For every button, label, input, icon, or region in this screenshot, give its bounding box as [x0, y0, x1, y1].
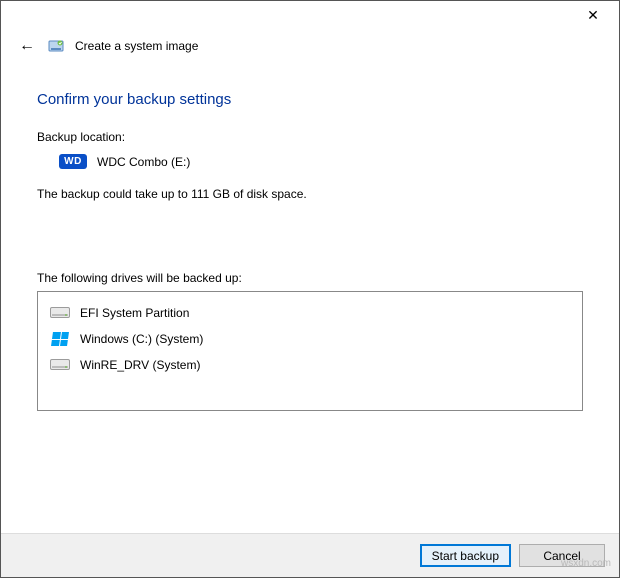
drive-label: WinRE_DRV (System): [80, 358, 200, 372]
cancel-button[interactable]: Cancel: [519, 544, 605, 567]
drive-label: Windows (C:) (System): [80, 332, 203, 346]
drive-label: EFI System Partition: [80, 306, 189, 320]
content-area: Confirm your backup settings Backup loca…: [1, 55, 619, 411]
footer-bar: Start backup Cancel: [1, 533, 619, 577]
backup-location-row: WD WDC Combo (E:): [37, 154, 583, 169]
list-item: EFI System Partition: [48, 300, 572, 326]
drives-list-label: The following drives will be backed up:: [37, 271, 583, 285]
hdd-icon: [50, 306, 70, 320]
drives-list: EFI System Partition Windows (C:) (Syste…: [37, 291, 583, 411]
disk-space-note: The backup could take up to 111 GB of di…: [37, 187, 583, 201]
hdd-icon: [50, 358, 70, 372]
wizard-header: ← Create a system image: [1, 33, 619, 55]
list-item: Windows (C:) (System): [48, 326, 572, 352]
titlebar: ✕: [1, 1, 619, 33]
back-button[interactable]: ←: [17, 37, 37, 55]
wizard-icon: [47, 37, 65, 55]
wizard-title: Create a system image: [75, 39, 198, 53]
drive-badge-icon: WD: [59, 154, 87, 169]
windows-flag-icon: [50, 332, 70, 346]
start-backup-button[interactable]: Start backup: [420, 544, 511, 567]
backup-location-name: WDC Combo (E:): [97, 155, 190, 169]
list-item: WinRE_DRV (System): [48, 352, 572, 378]
page-heading: Confirm your backup settings: [37, 91, 583, 108]
close-button[interactable]: ✕: [573, 5, 613, 29]
backup-location-label: Backup location:: [37, 130, 583, 144]
